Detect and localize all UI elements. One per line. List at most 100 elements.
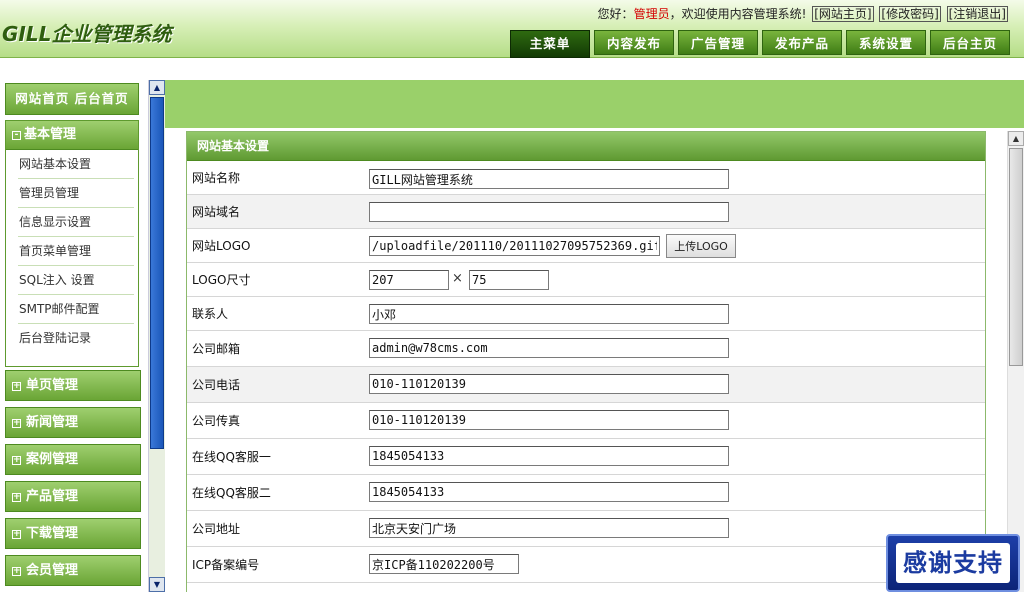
sidebar-item-home-menu[interactable]: 首页菜单管理 xyxy=(18,237,134,266)
email-input[interactable] xyxy=(369,338,729,358)
scroll-down-arrow-icon[interactable]: ▼ xyxy=(149,577,165,592)
sidebar-admin-home-link[interactable]: 后台首页 xyxy=(75,91,129,106)
tab-publish-product[interactable]: 发布产品 xyxy=(762,30,842,55)
sidebar-group-basic-label: 基本管理 xyxy=(24,127,77,142)
main-scrollbar[interactable]: ▲ xyxy=(1007,131,1024,592)
form-row-domain: 网站域名 xyxy=(187,195,985,229)
icp-input[interactable] xyxy=(369,554,519,574)
thanks-badge-text: 感谢支持 xyxy=(896,543,1010,583)
main-nav: 主菜单 内容发布 广告管理 发布产品 系统设置 后台主页 xyxy=(510,30,1010,58)
sidebar-scrollbar[interactable]: ▲ ▼ xyxy=(148,80,165,592)
expand-icon: + xyxy=(12,381,21,391)
expand-icon: + xyxy=(12,529,21,539)
sidebar-group-products[interactable]: + 产品管理 xyxy=(5,481,141,512)
form-row-icp: ICP备案编号 xyxy=(187,547,985,583)
domain-label: 网站域名 xyxy=(192,205,241,219)
sidebar-group-label: 新闻管理 xyxy=(26,415,79,430)
sidebar-group-label: 单页管理 xyxy=(26,378,79,393)
sidebar-item-sql-injection[interactable]: SQL注入 设置 xyxy=(18,266,134,295)
collapse-icon: - xyxy=(12,131,21,140)
main-content: 网站基本设置 网站名称 网站域名 网站LOGO 上传LOGO LOGO尺寸 × … xyxy=(165,80,1024,592)
logo-label: 网站LOGO xyxy=(192,239,251,253)
logo-path-input[interactable] xyxy=(369,236,660,256)
thanks-badge[interactable]: 感谢支持 xyxy=(886,534,1020,592)
phone-input[interactable] xyxy=(369,374,729,394)
tab-system-settings[interactable]: 系统设置 xyxy=(846,30,926,55)
contact-input[interactable] xyxy=(369,304,729,324)
sidebar-group-label: 下载管理 xyxy=(26,526,79,541)
sidebar-group-label: 会员管理 xyxy=(26,563,79,578)
sidebar-group-label: 产品管理 xyxy=(26,489,79,504)
panel-title: 网站基本设置 xyxy=(187,132,985,161)
qq1-input[interactable] xyxy=(369,446,729,466)
email-label: 公司邮箱 xyxy=(192,342,241,356)
sidebar-group-basic: - 基本管理 网站基本设置 管理员管理 信息显示设置 首页菜单管理 SQL注入 设… xyxy=(5,120,139,367)
main-scroll-thumb[interactable] xyxy=(1009,148,1023,366)
sidebar-group-basic-title[interactable]: - 基本管理 xyxy=(6,121,138,150)
expand-icon: + xyxy=(12,418,21,428)
expand-icon: + xyxy=(12,566,21,576)
tab-main-menu[interactable]: 主菜单 xyxy=(510,30,590,58)
sidebar-item-display-settings[interactable]: 信息显示设置 xyxy=(18,208,134,237)
site-name-label: 网站名称 xyxy=(192,171,241,185)
upload-logo-button[interactable]: 上传LOGO xyxy=(666,234,736,258)
app-logo: GILL企业管理系统 xyxy=(2,22,172,46)
sidebar-group-pages[interactable]: + 单页管理 xyxy=(5,370,141,401)
form-row-qq1: 在线QQ客服一 xyxy=(187,439,985,475)
tab-ad-management[interactable]: 广告管理 xyxy=(678,30,758,55)
sidebar-group-cases[interactable]: + 案例管理 xyxy=(5,444,141,475)
sidebar-group-news[interactable]: + 新闻管理 xyxy=(5,407,141,438)
sidebar-item-admin-management[interactable]: 管理员管理 xyxy=(18,179,134,208)
user-info: 您好：管理员，欢迎使用内容管理系统! [网站主页] [修改密码] [注销退出] xyxy=(598,5,1008,22)
sidebar-group-label: 案例管理 xyxy=(26,452,79,467)
icp-label: ICP备案编号 xyxy=(192,558,260,572)
site-home-link[interactable]: [网站主页] xyxy=(812,6,874,22)
qq2-input[interactable] xyxy=(369,482,729,502)
address-input[interactable] xyxy=(369,518,729,538)
scroll-up-arrow-icon[interactable]: ▲ xyxy=(1008,131,1024,146)
form-row-logo-size: LOGO尺寸 × xyxy=(187,263,985,297)
sidebar-item-login-log[interactable]: 后台登陆记录 xyxy=(18,324,134,353)
form-row-qq2: 在线QQ客服二 xyxy=(187,475,985,511)
address-label: 公司地址 xyxy=(192,522,241,536)
main-header-band xyxy=(165,80,1024,128)
tab-admin-home[interactable]: 后台主页 xyxy=(930,30,1010,55)
fax-input[interactable] xyxy=(369,410,729,430)
domain-input[interactable] xyxy=(369,202,729,222)
sidebar-item-smtp[interactable]: SMTP邮件配置 xyxy=(18,295,134,324)
sidebar-item-site-settings[interactable]: 网站基本设置 xyxy=(18,150,134,179)
sidebar-home-links: 网站首页 后台首页 xyxy=(5,83,139,115)
sidebar-group-members[interactable]: + 会员管理 xyxy=(5,555,141,586)
sidebar-scroll-thumb[interactable] xyxy=(150,97,164,449)
expand-icon: + xyxy=(12,455,21,465)
form-row-phone: 公司电话 xyxy=(187,367,985,403)
form-row-site-name: 网站名称 xyxy=(187,161,985,195)
form-row-address: 公司地址 xyxy=(187,511,985,547)
times-sign: × xyxy=(452,271,463,286)
tab-content-publish[interactable]: 内容发布 xyxy=(594,30,674,55)
scroll-up-arrow-icon[interactable]: ▲ xyxy=(149,80,165,95)
admin-name: 管理员 xyxy=(633,7,670,21)
change-password-link[interactable]: [修改密码] xyxy=(879,6,941,22)
logo-height-input[interactable] xyxy=(469,270,549,290)
form-row-logo: 网站LOGO 上传LOGO xyxy=(187,229,985,263)
logout-link[interactable]: [注销退出] xyxy=(946,6,1008,22)
phone-label: 公司电话 xyxy=(192,378,241,392)
logo-width-input[interactable] xyxy=(369,270,449,290)
sidebar: 网站首页 后台首页 - 基本管理 网站基本设置 管理员管理 信息显示设置 首页菜单… xyxy=(0,80,148,592)
form-row-email: 公司邮箱 xyxy=(187,331,985,367)
logo-size-label: LOGO尺寸 xyxy=(192,273,251,287)
sidebar-site-home-link[interactable]: 网站首页 xyxy=(15,91,69,106)
fax-label: 公司传真 xyxy=(192,414,241,428)
site-settings-panel: 网站基本设置 网站名称 网站域名 网站LOGO 上传LOGO LOGO尺寸 × … xyxy=(186,131,986,592)
header: GILL企业管理系统 您好：管理员，欢迎使用内容管理系统! [网站主页] [修改… xyxy=(0,0,1024,58)
sidebar-group-basic-items: 网站基本设置 管理员管理 信息显示设置 首页菜单管理 SQL注入 设置 SMTP… xyxy=(6,150,138,353)
greeting-prefix: 您好： xyxy=(597,7,634,21)
qq2-label: 在线QQ客服二 xyxy=(192,486,271,500)
site-name-input[interactable] xyxy=(369,169,729,189)
qq1-label: 在线QQ客服一 xyxy=(192,450,271,464)
expand-icon: + xyxy=(12,492,21,502)
greeting-suffix: ，欢迎使用内容管理系统! xyxy=(669,7,807,21)
form-row-contact: 联系人 xyxy=(187,297,985,331)
sidebar-group-downloads[interactable]: + 下载管理 xyxy=(5,518,141,549)
